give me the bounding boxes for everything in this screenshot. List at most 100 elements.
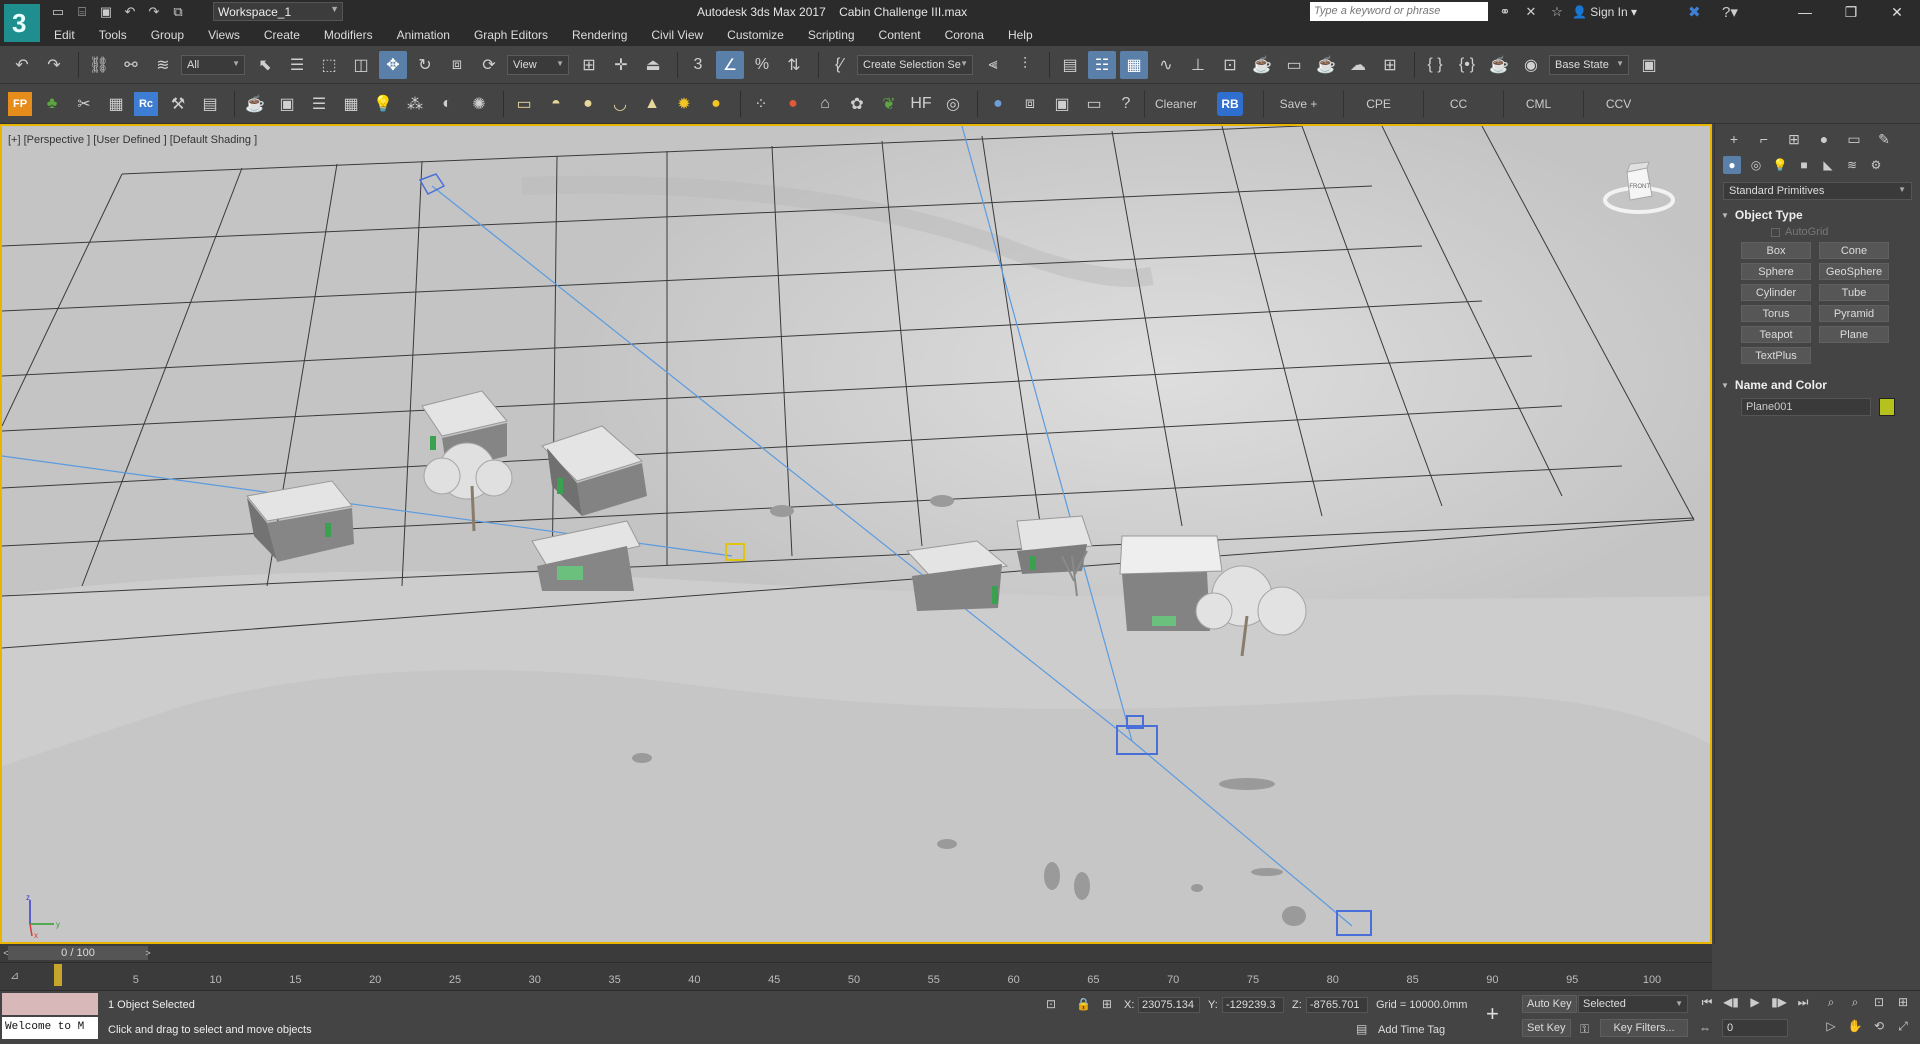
table-icon[interactable]: ▦ — [337, 90, 365, 118]
isolate-selection-icon[interactable]: ⊡ — [1046, 997, 1056, 1011]
modify-tab-icon[interactable]: ⌐ — [1753, 128, 1775, 150]
select-and-move-icon[interactable]: ✥ — [379, 50, 407, 79]
menu-edit[interactable]: Edit — [54, 28, 75, 42]
object-type-rollout[interactable]: ▼ Object Type — [1721, 208, 1914, 222]
ribbon-toggle-icon[interactable]: ▦ — [1120, 50, 1148, 79]
key-mode-select[interactable]: Selected ▼ — [1578, 995, 1688, 1013]
torus-button[interactable]: Torus — [1741, 305, 1811, 322]
zoom-icon[interactable]: ⌕ — [1822, 995, 1840, 1013]
select-and-scale-icon[interactable]: ⧈ — [443, 51, 471, 79]
display-tab-icon[interactable]: ▭ — [1843, 128, 1865, 150]
railclone-list-icon[interactable]: ▤ — [196, 90, 224, 118]
layers-icon[interactable]: ☰ — [305, 90, 333, 118]
restore-icon[interactable]: ❐ — [1828, 0, 1874, 24]
time-slider[interactable]: < 0 / 100 > — [0, 944, 1712, 962]
z-coordinate-field[interactable]: -8765.701 — [1306, 997, 1368, 1013]
perspective-viewport[interactable]: [+] [Perspective ] [User Defined ] [Defa… — [0, 124, 1712, 944]
key-filter-icon[interactable]: ⚿ — [1580, 1022, 1589, 1037]
rectangular-selection-icon[interactable]: ⬚ — [315, 51, 343, 79]
sphere-blue-icon[interactable]: ● — [984, 90, 1012, 118]
plane-button[interactable]: Plane — [1819, 326, 1889, 343]
fur-icon[interactable]: ❦ — [875, 90, 903, 118]
help-circle-icon[interactable]: ? — [1112, 90, 1140, 118]
a360-gallery-icon[interactable]: ⊞ — [1376, 51, 1404, 79]
object-color-swatch[interactable] — [1879, 398, 1895, 416]
sign-in-button[interactable]: 👤 Sign In ▾ — [1572, 5, 1637, 19]
go-to-end-icon[interactable]: ⏭ — [1794, 995, 1812, 1013]
next-key-icon[interactable]: ▮▶ — [1770, 995, 1788, 1013]
zoom-extents-icon[interactable]: ⊡ — [1870, 995, 1888, 1013]
spinner-snap-icon[interactable]: ⇅ — [780, 51, 808, 79]
select-by-name-icon[interactable]: ☰ — [283, 51, 311, 79]
field-of-view-icon[interactable]: ▷ — [1822, 1019, 1840, 1037]
cameras-icon[interactable]: ■ — [1795, 156, 1813, 174]
menu-tools[interactable]: Tools — [99, 28, 127, 42]
menu-group[interactable]: Group — [151, 28, 184, 42]
menu-rendering[interactable]: Rendering — [572, 28, 627, 42]
key-mode-toggle-icon[interactable]: ⇔ — [1696, 1021, 1714, 1039]
y-coordinate-field[interactable]: -129239.3 — [1222, 997, 1284, 1013]
framebuffer-icon[interactable]: ▣ — [1048, 90, 1076, 118]
autogrid-checkbox[interactable]: AutoGrid — [1771, 226, 1920, 238]
textplus-button[interactable]: TextPlus — [1741, 347, 1811, 364]
track-bar[interactable]: ⊿ 5 10 15 20 25 30 35 40 45 50 55 60 65 70 75 80 85 90 95 1… — [0, 962, 1712, 990]
forest-pack-button[interactable]: FP — [8, 91, 32, 116]
bind-spacewarp-icon[interactable]: ≋ — [149, 51, 177, 79]
render-in-cloud-icon[interactable]: ☁ — [1344, 51, 1372, 79]
mirror-icon[interactable]: ⫷ — [979, 51, 1007, 79]
pyramid-button[interactable]: Pyramid — [1819, 305, 1889, 322]
cone-icon[interactable]: ▲ — [638, 90, 666, 118]
rendered-frame-window-icon[interactable]: ▭ — [1280, 51, 1308, 79]
rb-button[interactable]: RB — [1217, 91, 1244, 116]
menu-views[interactable]: Views — [208, 28, 240, 42]
previous-key-icon[interactable]: ◀▮ — [1722, 995, 1740, 1013]
menu-graph-editors[interactable]: Graph Editors — [474, 28, 548, 42]
geometry-icon[interactable]: ● — [1723, 156, 1741, 174]
sun-positioner-icon[interactable]: ◐ — [433, 90, 461, 118]
select-object-icon[interactable]: ⬉ — [251, 51, 279, 79]
circle-render-icon[interactable]: ◉ — [1517, 51, 1545, 79]
mini-curve-editor-icon[interactable]: ⊿ — [10, 969, 19, 982]
geometry-category-select[interactable]: Standard Primitives ▼ — [1723, 182, 1912, 200]
reference-coordinate-select[interactable]: View ▼ — [507, 54, 569, 75]
teapot-render-icon[interactable]: ☕ — [1485, 51, 1513, 79]
picture-icon[interactable]: ▣ — [273, 90, 301, 118]
state-sets-icon[interactable]: ▣ — [1635, 51, 1663, 79]
space-warps-icon[interactable]: ≋ — [1843, 156, 1861, 174]
maxscript-editor-icon[interactable]: {•} — [1453, 51, 1481, 79]
curve-editor-icon[interactable]: ∿ — [1152, 51, 1180, 79]
play-icon[interactable]: ▶ — [1746, 995, 1764, 1013]
favorites-star-icon[interactable]: ☆ — [1547, 2, 1567, 22]
helpers-icon[interactable]: ◣ — [1819, 156, 1837, 174]
menu-modifiers[interactable]: Modifiers — [324, 28, 373, 42]
tube-button[interactable]: Tube — [1819, 284, 1889, 301]
ccv-button[interactable]: CCV — [1583, 89, 1653, 118]
auto-key-button[interactable]: Auto Key — [1522, 995, 1577, 1013]
forest-icon[interactable]: ♣ — [38, 90, 66, 118]
cml-button[interactable]: CML — [1503, 89, 1573, 118]
minimize-icon[interactable]: — — [1782, 0, 1828, 24]
cleaner-button[interactable]: Cleaner — [1144, 89, 1207, 118]
close-icon[interactable]: ✕ — [1874, 0, 1920, 24]
redo-icon[interactable]: ↷ — [144, 2, 164, 22]
pivot-center-icon[interactable]: ⊞ — [575, 51, 603, 79]
box-primitive-icon[interactable]: ▭ — [510, 90, 538, 118]
railclone-button[interactable]: Rc — [134, 91, 158, 116]
angle-snap-icon[interactable]: ∠ — [716, 50, 744, 79]
save-plus-button[interactable]: Save + — [1263, 89, 1333, 118]
undo-icon[interactable]: ↶ — [8, 51, 36, 79]
scatter-icon[interactable]: ⁂ — [401, 90, 429, 118]
schematic-view-icon[interactable]: ⊥ — [1184, 51, 1212, 79]
app-logo[interactable]: 3 — [0, 0, 44, 46]
orbit-icon[interactable]: ⟲ — [1870, 1019, 1888, 1037]
unlink-icon[interactable]: ⚯ — [117, 51, 145, 79]
cylinder-button[interactable]: Cylinder — [1741, 284, 1811, 301]
select-and-place-icon[interactable]: ⟳ — [475, 51, 503, 79]
set-key-button[interactable]: Set Key — [1522, 1019, 1571, 1037]
bowl-icon[interactable]: ◡ — [606, 90, 634, 118]
light-lister-icon[interactable]: 💡 — [369, 90, 397, 118]
named-selection-set-select[interactable]: Create Selection Se ▼ — [857, 54, 973, 75]
hair-icon[interactable]: HF — [907, 90, 935, 118]
cone-button[interactable]: Cone — [1819, 242, 1889, 259]
create-tab-icon[interactable]: + — [1723, 128, 1745, 150]
